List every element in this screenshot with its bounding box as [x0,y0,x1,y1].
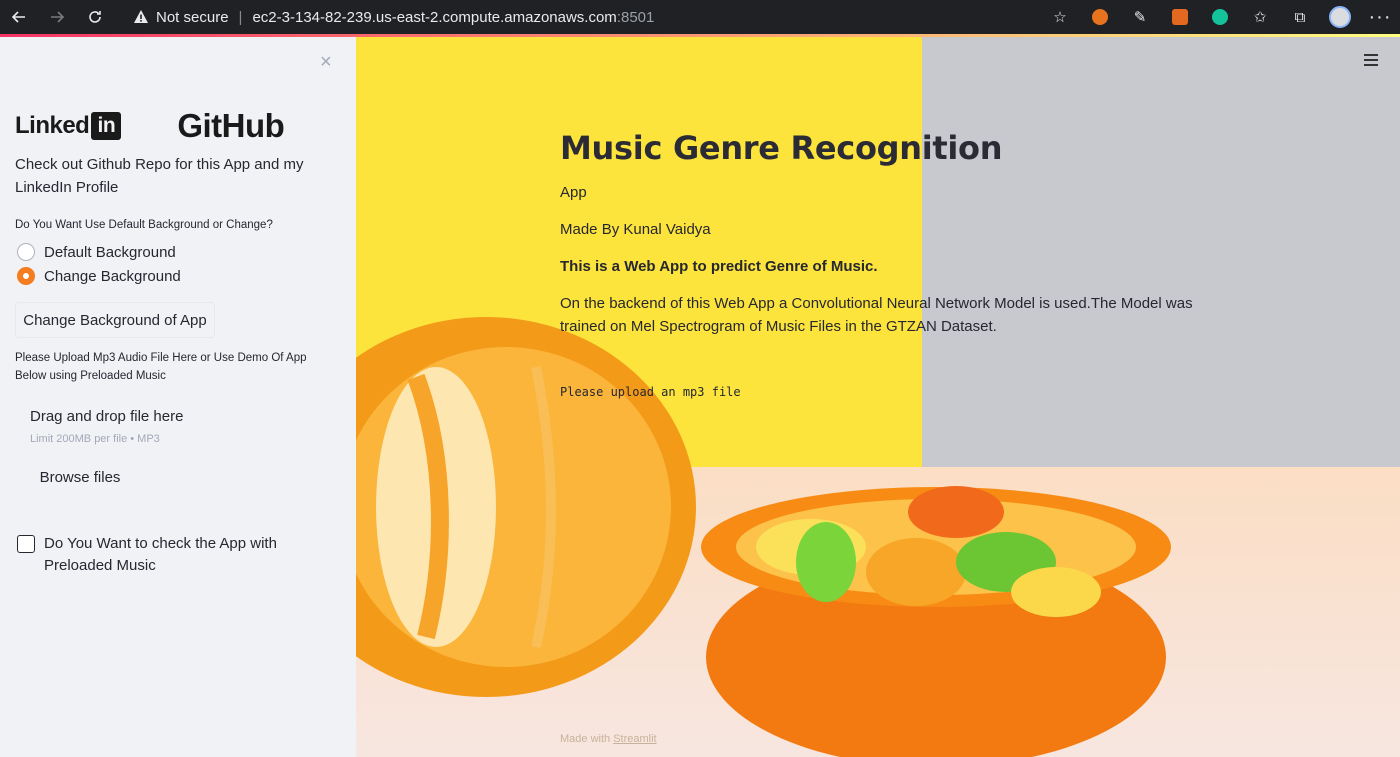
linkedin-logo-box: in [91,112,122,140]
extension-grammar-icon[interactable] [1200,0,1240,34]
preloaded-music-checkbox[interactable]: Do You Want to check the App with Preloa… [17,533,294,577]
bookmark-star-icon[interactable]: ☆ [1040,0,1080,34]
browse-files-button[interactable]: Browse files [30,461,130,493]
url-port: :8501 [616,8,655,26]
back-icon[interactable] [0,0,38,34]
footer: Made with Streamlit [560,733,657,745]
address-separator: | [238,8,243,26]
tagline-text: This is a Web App to predict Genre of Mu… [560,258,878,275]
linkedin-logo[interactable]: Linked in [15,112,122,140]
background-radio-title: Do You Want Use Default Background or Ch… [15,219,273,231]
upload-prompt: Please upload an mp3 file [560,385,741,399]
warning-icon [132,8,150,26]
favorites-icon[interactable]: ✩ [1240,0,1280,34]
subtitle-text: App [560,184,587,201]
change-background-button[interactable]: Change Background of App [15,302,215,338]
radio-checked-icon [17,267,35,285]
dropzone-limit: Limit 200MB per file • MP3 [30,433,160,445]
sidebar: × Linked in GitHub Check out Github Repo… [0,37,356,757]
social-logos: Linked in GitHub [15,107,285,145]
page-title: Music Genre Recognition [560,129,1003,167]
browser-toolbar: Not secure | ec2-3-134-82-239.us-east-2.… [0,0,1400,34]
menu-hamburger-icon[interactable] [1364,54,1378,69]
checkbox-label: Do You Want to check the App with Preloa… [44,535,277,574]
close-sidebar-icon[interactable]: × [320,51,332,74]
url-host: ec2-3-134-82-239.us-east-2.compute.amazo… [252,8,617,26]
radio-label: Change Background [44,267,181,285]
security-label[interactable]: Not secure [156,9,229,26]
extension-cat-icon[interactable] [1160,0,1200,34]
github-logo[interactable]: GitHub [177,107,284,145]
address-bar[interactable]: Not secure | ec2-3-134-82-239.us-east-2.… [132,0,654,34]
extensions-area: ☆ ✎ ✩ ⧉ ··· [1040,0,1400,34]
dropzone-title: Drag and drop file here [30,408,184,425]
radio-change-background[interactable]: Change Background [17,267,181,285]
promo-text: Check out Github Repo for this App and m… [15,156,304,196]
streamlit-link[interactable]: Streamlit [613,733,656,745]
forward-icon[interactable] [38,0,76,34]
description-text: On the backend of this Web App a Convolu… [560,295,1193,335]
extension-pen-icon[interactable]: ✎ [1120,0,1160,34]
main-content: Music Genre Recognition App Made By Kuna… [560,129,1200,338]
radio-label: Default Background [44,243,176,261]
radio-default-background[interactable]: Default Background [17,243,176,261]
main-area: Music Genre Recognition App Made By Kuna… [356,37,1400,757]
extension-fox-icon[interactable] [1080,0,1120,34]
upload-label: Please Upload Mp3 Audio File Here or Use… [15,352,307,382]
checkbox-icon[interactable] [17,535,35,553]
reload-icon[interactable] [76,0,114,34]
more-menu-icon[interactable]: ··· [1360,0,1400,34]
linkedin-logo-text: Linked [15,112,90,139]
author-text: Made By Kunal Vaidya [560,221,711,238]
profile-avatar[interactable] [1320,0,1360,34]
file-dropzone[interactable]: Drag and drop file here Limit 200MB per … [15,396,341,500]
radio-unchecked-icon [17,243,35,261]
collections-icon[interactable]: ⧉ [1280,0,1320,34]
footer-prefix: Made with [560,733,611,745]
